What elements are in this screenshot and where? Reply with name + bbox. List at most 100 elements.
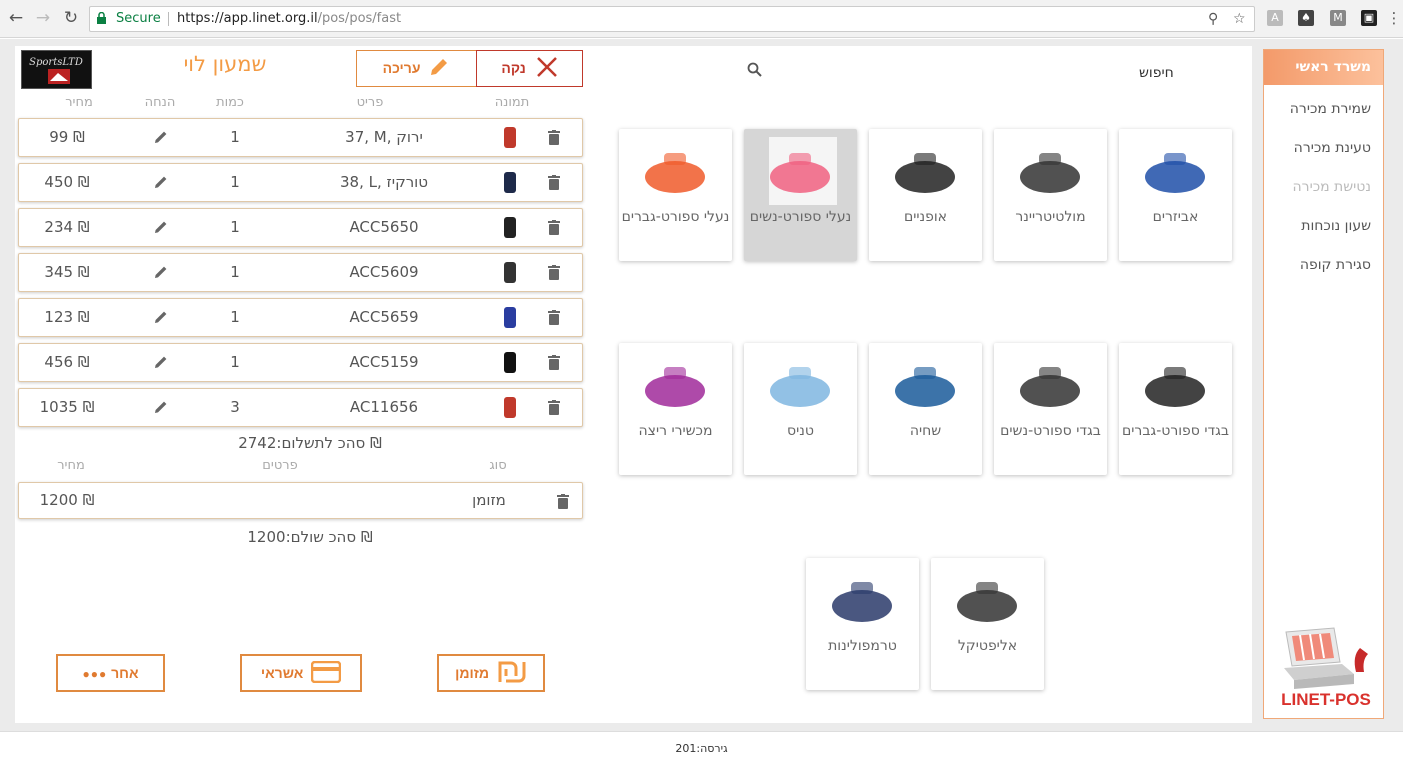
zoom-icon[interactable]: ⚲ [1208, 10, 1218, 28]
delete-line-icon[interactable] [548, 175, 560, 190]
category-tile-tennis[interactable]: טניס [744, 343, 857, 475]
cart-line[interactable]: 450 ₪ 1 38, L, טורקיז [18, 163, 583, 202]
delete-line-icon[interactable] [548, 400, 560, 415]
edit-discount-icon[interactable] [153, 264, 169, 280]
sidebar-item-abandon-sale: נטישת מכירה [1292, 179, 1371, 195]
film-extension-icon[interactable]: ▣ [1361, 10, 1377, 26]
sidebar-item-load-sale[interactable]: טעינת מכירה [1264, 129, 1383, 168]
delete-line-icon[interactable] [548, 220, 560, 235]
category-tile-accessories[interactable]: אביזרים [1119, 129, 1232, 261]
cash-button[interactable]: מזומן [437, 654, 545, 692]
cart-line[interactable]: 456 ₪ 1 ACC5159 [18, 343, 583, 382]
line-price: 1035 ₪ [39, 398, 95, 416]
edit-discount-icon[interactable] [153, 399, 169, 415]
col-header-discount: הנחה [144, 95, 176, 110]
bookmark-star-icon[interactable]: ☆ [1233, 10, 1246, 28]
category-image [957, 582, 1017, 622]
product-thumbnail [504, 217, 516, 238]
customer-name[interactable]: שמעון לוי [175, 52, 275, 76]
forward-arrow-icon[interactable]: → [33, 8, 53, 28]
edit-discount-icon[interactable] [153, 309, 169, 325]
other-payment-button[interactable]: ●●● אחר [56, 654, 165, 692]
line-description: ACC5650 [349, 218, 419, 236]
category-image [1020, 153, 1080, 193]
category-label: נעלי ספורט-נשים [749, 209, 852, 225]
shekel-icon [498, 661, 526, 683]
sidebar-item-close-register[interactable]: סגירת קופה [1264, 246, 1383, 285]
cart-line[interactable]: 99 ₪ 1 37, M, ירוק [18, 118, 583, 157]
close-icon [536, 57, 557, 77]
edit-label: עריכה [382, 60, 421, 76]
credit-button[interactable]: אשראי [240, 654, 362, 692]
sidebar-item-time-clock[interactable]: שעון נוכחות [1264, 207, 1383, 246]
payment-row[interactable]: 1200 ₪ מזומן [18, 482, 583, 519]
delete-line-icon[interactable] [548, 265, 560, 280]
pdf-extension-icon[interactable]: A [1267, 10, 1283, 26]
pay-col-header-type: סוג [489, 458, 507, 473]
m-extension-icon[interactable]: M [1330, 10, 1346, 26]
category-tile-women-apparel[interactable]: בגדי ספורט-נשים [994, 343, 1107, 475]
line-qty: 1 [230, 218, 240, 236]
category-tile-multitrainer[interactable]: מולטיטריינר [994, 129, 1107, 261]
category-label: מכשירי ריצה [638, 423, 713, 439]
sidebar-header[interactable]: משרד ראשי [1264, 50, 1383, 85]
sidebar-item-save-sale[interactable]: שמירת מכירה [1264, 90, 1383, 129]
edit-discount-icon[interactable] [153, 129, 169, 145]
category-label: אליפטיקל [957, 638, 1018, 654]
back-arrow-icon[interactable]: ← [6, 8, 26, 28]
category-image [769, 137, 837, 205]
line-description: 38, L, טורקיז [339, 173, 428, 191]
line-price: 99 ₪ [49, 128, 85, 146]
store-logo-image: SportsLTD [22, 51, 91, 88]
category-label: שחיה [909, 423, 942, 439]
edit-discount-icon[interactable] [153, 354, 169, 370]
category-tile-trampolines[interactable]: טרמפולינות [806, 558, 919, 690]
line-qty: 1 [230, 173, 240, 191]
cart-line[interactable]: 345 ₪ 1 ACC5609 [18, 253, 583, 292]
delete-line-icon[interactable] [548, 355, 560, 370]
category-tile-men-apparel[interactable]: בגדי ספורט-גברים [1119, 343, 1232, 475]
category-tile-swimming[interactable]: שחיה [869, 343, 982, 475]
delete-payment-icon[interactable] [557, 494, 569, 509]
cart-line[interactable]: 1035 ₪ 3 AC11656 [18, 388, 583, 427]
url-text[interactable]: https://app.linet.org.il/pos/pos/fast [177, 7, 401, 31]
url-host: https://app.linet.org.il [177, 11, 318, 26]
category-image [1145, 153, 1205, 193]
total-paid: סהכ שולם:1200 ₪ [247, 528, 373, 546]
col-header-image: תמונה [494, 95, 530, 110]
address-bar[interactable]: Secure https://app.linet.org.il/pos/pos/… [89, 6, 1255, 32]
total-due: סהכ לתשלום:2742 ₪ [238, 434, 382, 452]
category-image [1020, 367, 1080, 407]
clear-button[interactable]: נקה [476, 50, 583, 87]
app-stage: SportsLTD שמעון לוי עריכה נקה מחיר הנחה … [0, 39, 1403, 731]
pay-col-header-price: מחיר [57, 458, 85, 473]
delete-line-icon[interactable] [548, 130, 560, 145]
line-qty: 1 [230, 308, 240, 326]
delete-line-icon[interactable] [548, 310, 560, 325]
reload-icon[interactable]: ↻ [61, 8, 81, 28]
edit-button[interactable]: עריכה [356, 50, 477, 87]
category-tile-treadmills[interactable]: מכשירי ריצה [619, 343, 732, 475]
edit-discount-icon[interactable] [153, 174, 169, 190]
menu-dots-icon[interactable]: ⋮ [1386, 10, 1402, 26]
category-tile-elliptical[interactable]: אליפטיקל [931, 558, 1044, 690]
line-qty: 1 [230, 128, 240, 146]
search-label[interactable]: חיפוש [1139, 65, 1174, 81]
store-logo-text: SportsLTD [29, 57, 83, 68]
category-image [1145, 367, 1205, 407]
search-icon[interactable] [747, 62, 763, 78]
edit-discount-icon[interactable] [153, 219, 169, 235]
cart-line[interactable]: 234 ₪ 1 ACC5650 [18, 208, 583, 247]
sidebar: משרד ראשי שמירת מכירה טעינת מכירה נטישת … [1263, 49, 1384, 719]
lock-icon [97, 12, 106, 24]
payment-type: מזומן [472, 491, 506, 509]
category-label: טניס [787, 423, 814, 439]
cart-line[interactable]: 123 ₪ 1 ACC5659 [18, 298, 583, 337]
product-thumbnail [504, 172, 516, 193]
extension-icon[interactable]: ♠ [1298, 10, 1314, 26]
category-tile-bikes[interactable]: אופניים [869, 129, 982, 261]
clear-label: נקה [501, 60, 526, 76]
category-image [645, 367, 705, 407]
category-tile-women-shoes[interactable]: נעלי ספורט-נשים [744, 129, 857, 261]
category-tile-men-shoes[interactable]: נעלי ספורט-גברים [619, 129, 732, 261]
